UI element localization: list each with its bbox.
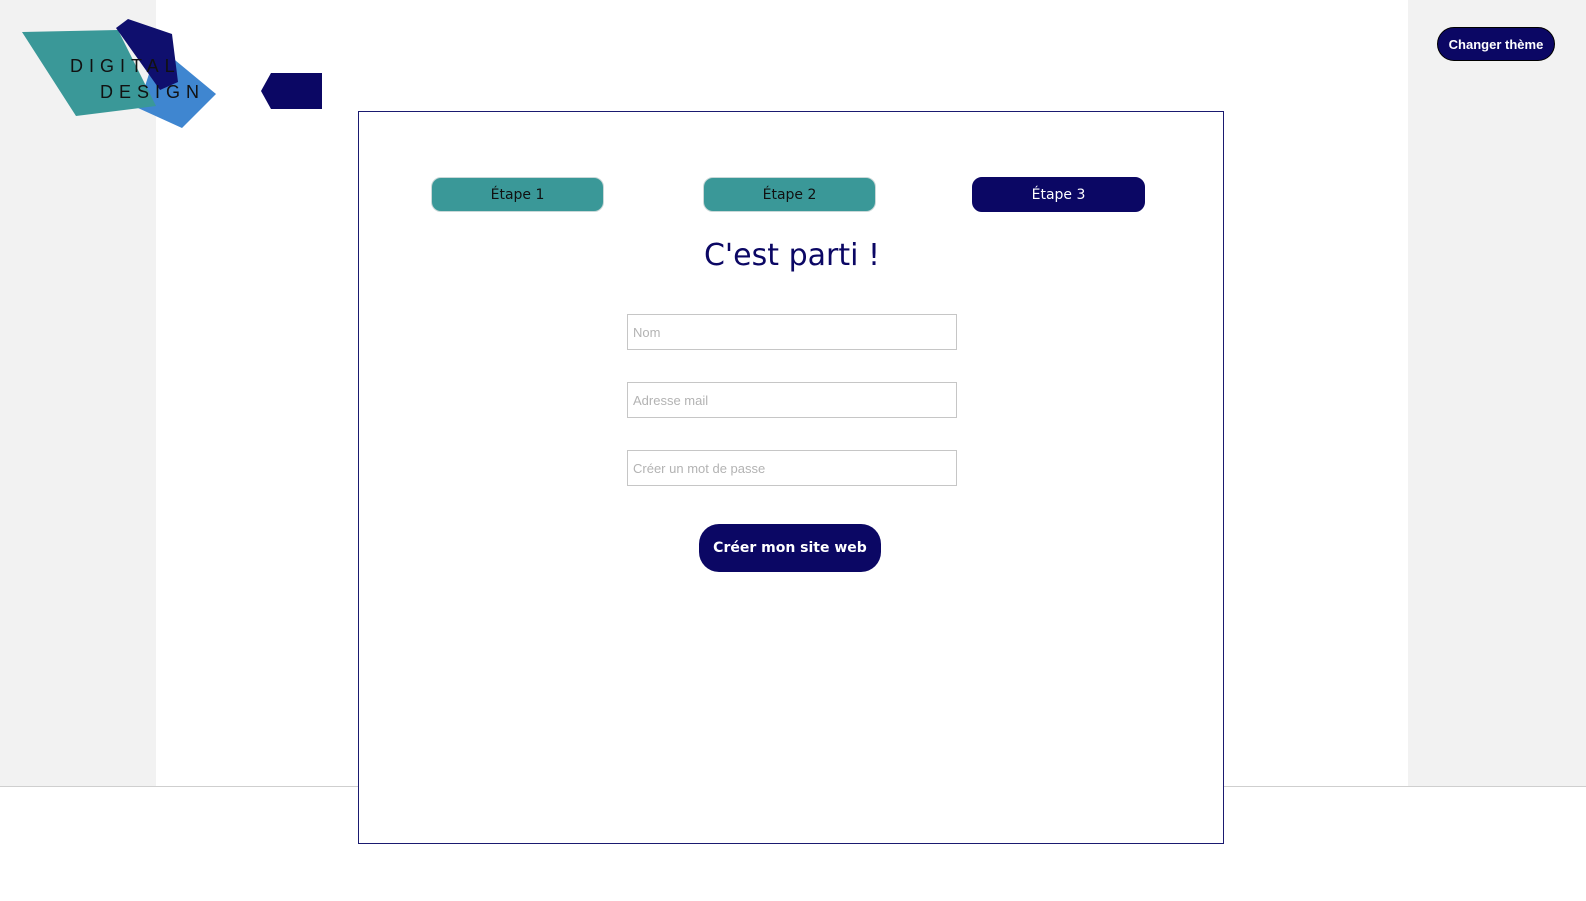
right-gutter (1408, 0, 1586, 786)
step-1-button[interactable]: Étape 1 (431, 177, 604, 212)
logo-line-1: DIGITAL (70, 56, 181, 76)
logo-line-2: DESIGN (100, 82, 206, 102)
create-site-button[interactable]: Créer mon site web (699, 524, 881, 572)
logo[interactable]: DIGITAL DESIGN (20, 16, 220, 132)
step-2-button[interactable]: Étape 2 (703, 177, 876, 212)
form-title: C'est parti ! (703, 238, 880, 273)
page: DIGITAL DESIGN Changer thème Étape 1 Éta… (0, 0, 1586, 901)
back-tab-icon[interactable] (261, 73, 322, 109)
name-input[interactable] (627, 314, 957, 350)
change-theme-button[interactable]: Changer thème (1437, 27, 1555, 61)
password-input[interactable] (627, 450, 957, 486)
email-input[interactable] (627, 382, 957, 418)
step-3-button[interactable]: Étape 3 (972, 177, 1145, 212)
signup-card: Étape 1 Étape 2 Étape 3 C'est parti ! Cr… (358, 111, 1224, 844)
